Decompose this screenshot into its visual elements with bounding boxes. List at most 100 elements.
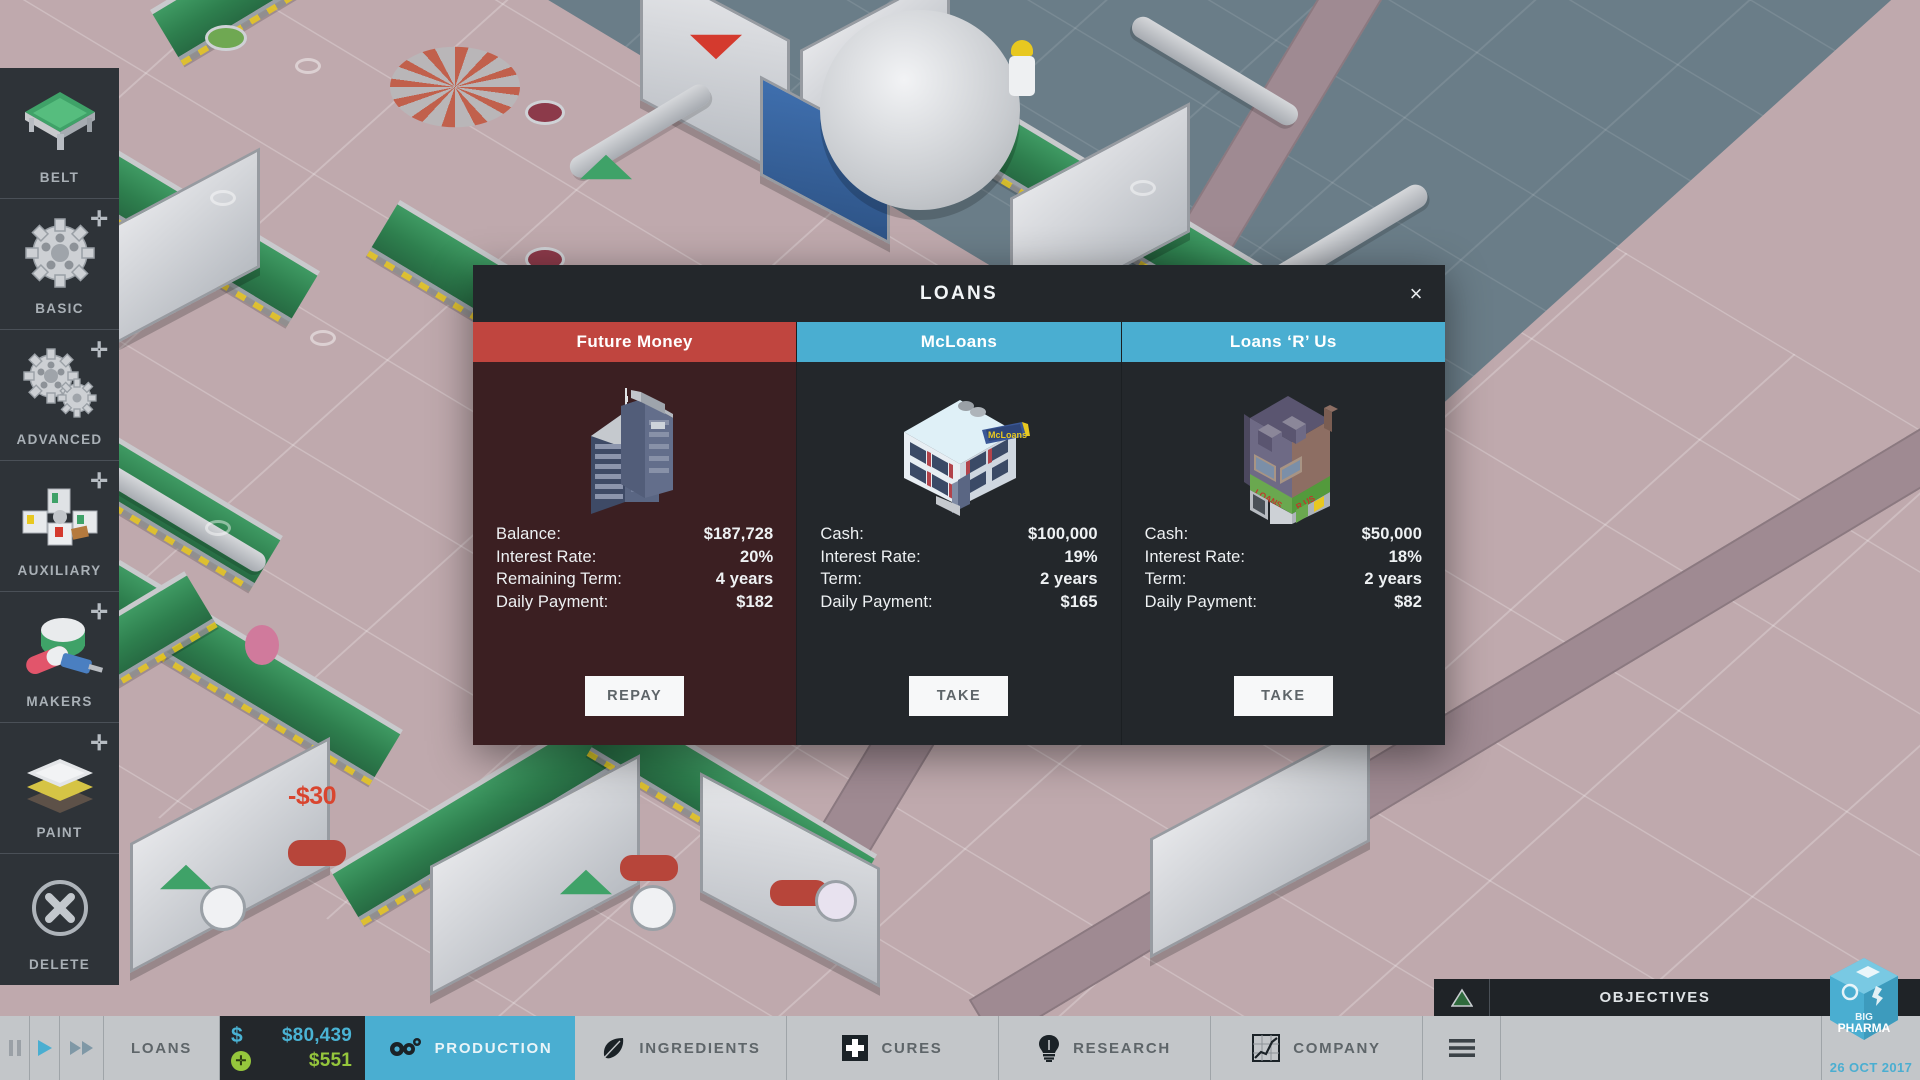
floating-money-indicator: -$30	[288, 782, 336, 811]
dialog-header: LOANS ×	[473, 265, 1445, 322]
take-loan-button-mcloans[interactable]: TAKE	[909, 676, 1008, 716]
gears-icon	[388, 1036, 422, 1060]
detail-label: Interest Rate:	[1145, 546, 1245, 569]
loans-button[interactable]: LOANS	[104, 1016, 220, 1080]
detail-label: Balance:	[496, 523, 561, 546]
loan-provider-tabs[interactable]: Future Money McLoans Loans ‘R’ Us	[473, 322, 1445, 362]
detail-label: Daily Payment:	[1145, 591, 1257, 614]
sidebar-item-basic[interactable]: ✛	[0, 199, 119, 330]
tab-company[interactable]: COMPANY	[1211, 1016, 1423, 1080]
detail-value: 2 years	[1364, 568, 1422, 591]
money-panel: $ $80,439 ✛ $551	[220, 1016, 365, 1080]
detail-label: Term:	[1145, 568, 1187, 591]
centrifuge-machine	[820, 10, 1020, 210]
dial	[630, 885, 676, 931]
cross-icon	[842, 1035, 868, 1061]
detail-row: Term: 2 years	[1145, 568, 1422, 591]
tab-cures[interactable]: CURES	[787, 1016, 999, 1080]
tab-production[interactable]: PRODUCTION	[365, 1016, 575, 1080]
auxiliary-icon	[0, 477, 119, 553]
detail-value: $165	[1061, 591, 1098, 614]
tab-label: CURES	[881, 1040, 942, 1057]
detail-row: Interest Rate: 18%	[1145, 546, 1422, 569]
sidebar-item-label: BASIC	[35, 301, 84, 316]
tab-label: McLoans	[921, 332, 997, 352]
loan-panel-mcloans: McLoans Cash: $100,000 Interest Rate: 19…	[797, 362, 1121, 745]
detail-row: Cash: $50,000	[1145, 523, 1422, 546]
game-screen: -$30 BELT ✛	[0, 0, 1920, 1080]
detail-label: Term:	[820, 568, 862, 591]
sidebar-item-label: ADVANCED	[17, 432, 103, 447]
detail-value: $100,000	[1028, 523, 1098, 546]
tab-research[interactable]: RESEARCH	[999, 1016, 1211, 1080]
detail-label: Interest Rate:	[496, 546, 596, 569]
detail-value: 19%	[1064, 546, 1097, 569]
belt-icon	[0, 84, 119, 160]
sidebar-item-label: PAINT	[37, 825, 83, 840]
scientist-character	[1008, 40, 1036, 98]
sidebar-item-makers[interactable]: ✛ MAKERS	[0, 592, 119, 723]
detail-label: Interest Rate:	[820, 546, 920, 569]
hamburger-menu-icon[interactable]	[1423, 1016, 1501, 1080]
loan-panel-loans-r-us: LOANS R US Cash: $50,000	[1122, 362, 1445, 745]
sidebar-item-label: MAKERS	[26, 694, 92, 709]
tab-ingredients[interactable]: INGREDIENTS	[575, 1016, 787, 1080]
tab-label: RESEARCH	[1073, 1040, 1171, 1057]
loans-dialog: LOANS × Future Money McLoans Loans ‘R’ U…	[473, 265, 1445, 745]
tab-mcloans[interactable]: McLoans	[797, 322, 1121, 362]
sidebar-item-belt[interactable]: BELT	[0, 68, 119, 199]
lightbulb-icon	[1038, 1034, 1060, 1062]
detail-label: Cash:	[1145, 523, 1189, 546]
sidebar-item-delete[interactable]: DELETE	[0, 854, 119, 985]
tab-label: PRODUCTION	[435, 1040, 553, 1057]
loans-button-label: LOANS	[131, 1040, 192, 1057]
tab-future-money[interactable]: Future Money	[473, 322, 797, 362]
direction-arrow-red	[690, 35, 742, 59]
detail-value: $187,728	[704, 523, 774, 546]
bottom-toolbar[interactable]: LOANS $ $80,439 ✛ $551	[0, 1016, 1920, 1080]
loan-panels: Balance: $187,728 Interest Rate: 20% Rem…	[473, 362, 1445, 745]
direction-arrow-green	[160, 865, 212, 889]
take-loan-button-loans-r-us[interactable]: TAKE	[1234, 676, 1333, 716]
cart	[620, 855, 678, 881]
tab-loans-r-us[interactable]: Loans ‘R’ Us	[1122, 322, 1445, 362]
tab-label: INGREDIENTS	[639, 1040, 760, 1057]
detail-value: $50,000	[1362, 523, 1422, 546]
sidebar-item-auxiliary[interactable]: ✛ AUXILIARY	[0, 461, 119, 592]
detail-value: 20%	[740, 546, 773, 569]
pills-icon	[0, 608, 119, 684]
play-icon[interactable]	[30, 1016, 60, 1080]
detail-row: Daily Payment: $165	[820, 591, 1097, 614]
profit-value: $551	[309, 1050, 352, 1072]
tab-label: COMPANY	[1293, 1040, 1380, 1057]
floating-money-value: -$30	[288, 782, 336, 810]
repay-button[interactable]: REPAY	[585, 676, 684, 716]
fast-forward-icon[interactable]	[60, 1016, 104, 1080]
build-sidebar[interactable]: BELT ✛	[0, 68, 119, 985]
floor-ring	[210, 190, 236, 206]
pause-icon[interactable]	[0, 1016, 30, 1080]
detail-row: Cash: $100,000	[820, 523, 1097, 546]
skyscraper-icon	[473, 374, 796, 519]
detail-label: Remaining Term:	[496, 568, 622, 591]
officeblock-icon: McLoans	[797, 374, 1120, 519]
sidebar-item-advanced[interactable]: ✛	[0, 330, 119, 461]
big-pharma-logo: BIG PHARMA	[1828, 958, 1900, 1044]
currency-symbol-icon: $	[231, 1024, 243, 1048]
ingredient-dish	[245, 625, 279, 665]
warning-triangle-icon[interactable]	[1434, 979, 1490, 1016]
detail-row: Remaining Term: 4 years	[496, 568, 773, 591]
close-icon[interactable]: ×	[1387, 265, 1445, 322]
floor-ring	[295, 58, 321, 74]
tab-label: Future Money	[577, 332, 693, 352]
detail-row: Interest Rate: 20%	[496, 546, 773, 569]
sidebar-item-paint[interactable]: ✛ PAINT	[0, 723, 119, 854]
dial	[200, 885, 246, 931]
svg-text:McLoans: McLoans	[988, 430, 1027, 440]
leaf-icon	[600, 1035, 626, 1061]
logo-line2: PHARMA	[1838, 1021, 1891, 1035]
loan-details-mcloans: Cash: $100,000 Interest Rate: 19% Term: …	[797, 523, 1120, 613]
ingredient-dish	[525, 100, 565, 125]
detail-row: Interest Rate: 19%	[820, 546, 1097, 569]
layers-icon	[0, 739, 119, 815]
